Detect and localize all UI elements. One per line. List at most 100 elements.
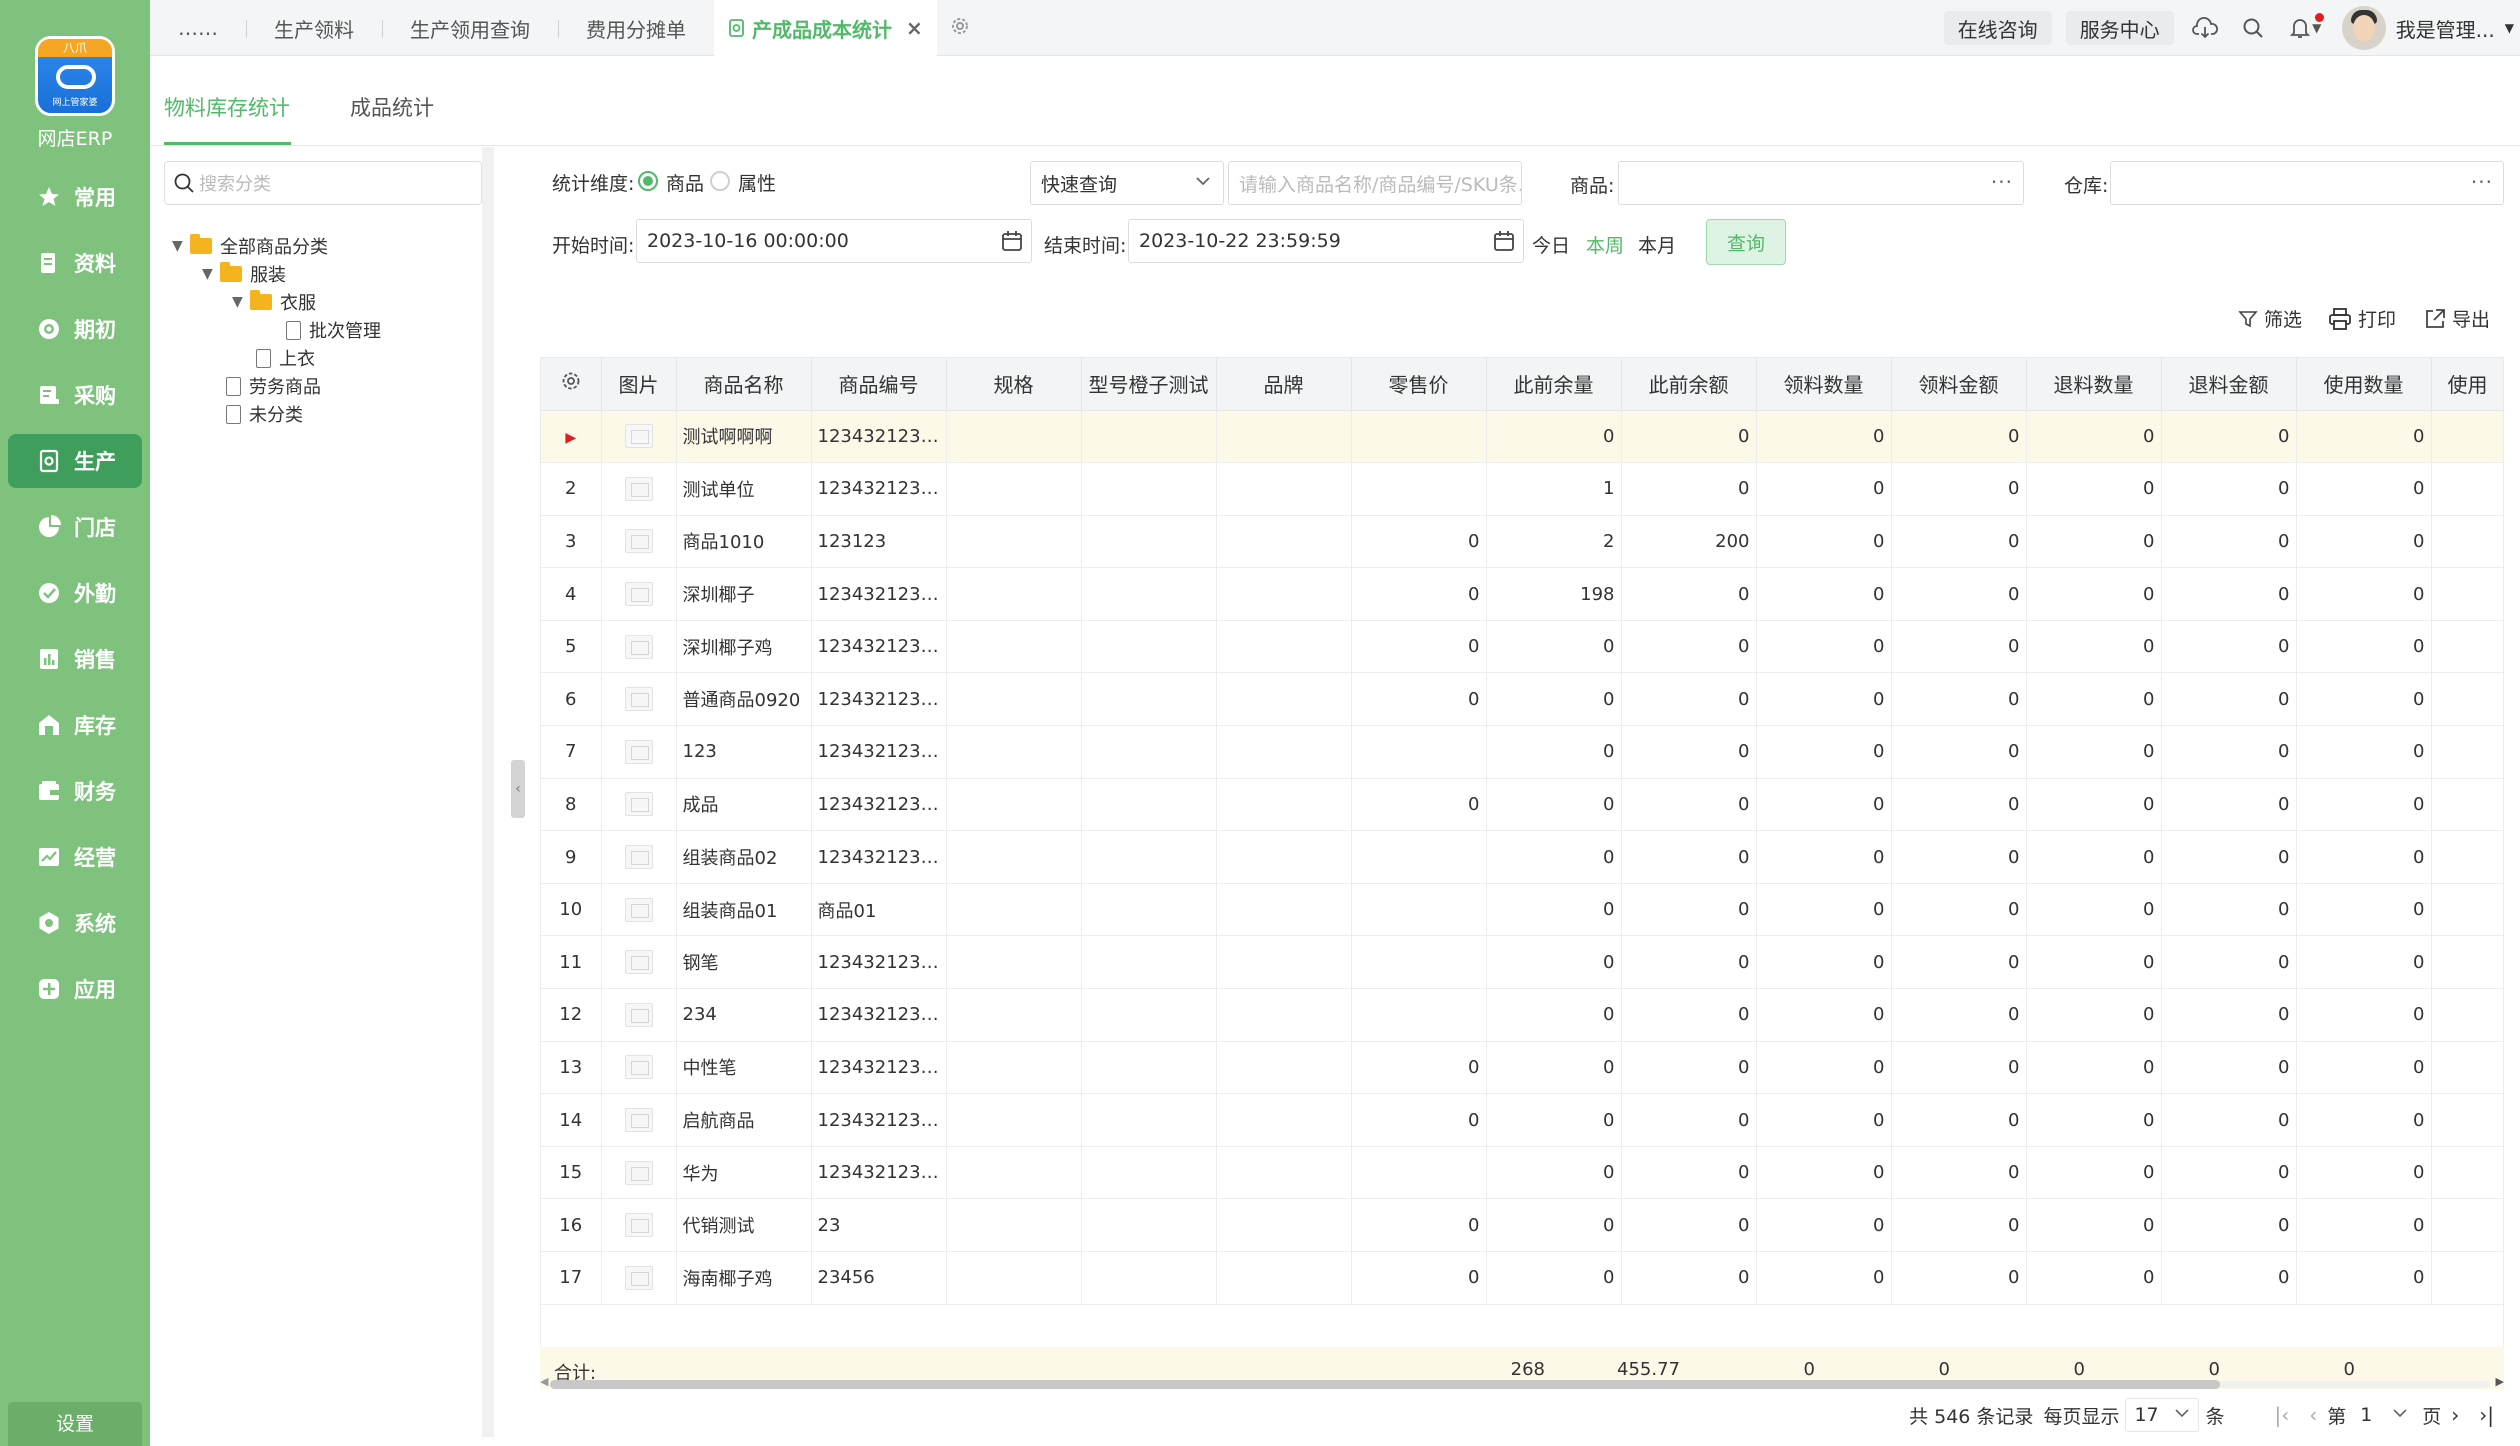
table-row[interactable]: 8 成品 1234321231... 0 0 0 0 0 0 0 0 <box>541 778 2503 832</box>
avatar[interactable] <box>2341 6 2386 50</box>
more-icon[interactable]: ··· <box>2471 170 2493 194</box>
sidebar-item-3[interactable]: 采购 <box>8 368 142 422</box>
tree-scrollbar[interactable] <box>482 147 494 1437</box>
prev-page-icon[interactable]: ‹ <box>2309 1403 2317 1427</box>
subtab-finished-stats[interactable]: 成品统计 <box>350 92 434 122</box>
table-row[interactable]: 9 组装商品02 1234321231... 0 0 0 0 0 0 0 <box>541 830 2503 884</box>
tree-node-batch[interactable]: 批次管理 <box>286 317 381 343</box>
calendar-icon[interactable] <box>1493 230 1515 257</box>
sidebar-item-0[interactable]: 常用 <box>8 170 142 224</box>
tree-node-clothes[interactable]: ▼ 衣服 <box>232 289 316 315</box>
table-row[interactable]: 6 普通商品0920 1234321231... 0 0 0 0 0 0 0 0 <box>541 672 2503 727</box>
cell-image[interactable] <box>601 935 677 990</box>
cell-image[interactable] <box>601 672 677 727</box>
tab-production-picking[interactable]: 生产领料 <box>246 0 382 56</box>
cloud-download-icon[interactable] <box>2188 11 2222 45</box>
cell-image[interactable] <box>601 1041 677 1095</box>
export-button[interactable]: 导出 <box>2424 305 2490 332</box>
cell-image[interactable] <box>601 462 677 516</box>
more-icon[interactable]: ··· <box>1991 170 2013 194</box>
first-page-icon[interactable]: |‹ <box>2274 1403 2289 1427</box>
sidebar-item-10[interactable]: 经营 <box>8 830 142 884</box>
col-header-spec[interactable]: 规格 <box>946 358 1082 411</box>
table-row[interactable]: 3 商品1010 123123 0 2 200 0 0 0 0 0 <box>541 515 2503 569</box>
col-header-pick-amount[interactable]: 领料金额 <box>1891 358 2027 411</box>
print-button[interactable]: 打印 <box>2328 305 2396 332</box>
scroll-left-icon[interactable]: ◀ <box>540 1375 548 1388</box>
sidebar-item-9[interactable]: 财务 <box>8 764 142 818</box>
caret-down-icon[interactable]: ▼ <box>172 238 190 254</box>
app-logo[interactable]: 八爪 网上管家婆 <box>35 36 115 116</box>
col-header-return-qty[interactable]: 退料数量 <box>2026 358 2162 411</box>
col-header-return-amount[interactable]: 退料金额 <box>2161 358 2297 411</box>
search-icon[interactable] <box>2236 11 2270 45</box>
this-month-link[interactable]: 本月 <box>1638 231 1676 258</box>
col-header-brand[interactable]: 品牌 <box>1216 358 1352 411</box>
filter-button[interactable]: 筛选 <box>2238 305 2302 332</box>
category-search-input[interactable]: 搜索分类 <box>164 161 482 205</box>
last-page-icon[interactable]: ›| <box>2479 1403 2494 1427</box>
quick-search-input[interactable]: 请输入商品名称/商品编号/SKU条... <box>1228 161 1522 205</box>
cell-image[interactable] <box>601 725 677 779</box>
cell-image[interactable] <box>601 515 677 569</box>
sidebar-item-7[interactable]: 销售 <box>8 632 142 686</box>
col-header-code[interactable]: 商品编号 <box>811 358 947 411</box>
cell-image[interactable] <box>601 883 677 937</box>
warehouse-input[interactable]: ··· <box>2110 161 2504 205</box>
bell-icon[interactable]: ▼ <box>2284 11 2328 45</box>
cell-image[interactable] <box>601 620 677 674</box>
sidebar-item-1[interactable]: 资料 <box>8 236 142 290</box>
online-consult-button[interactable]: 在线咨询 <box>1943 11 2052 45</box>
sidebar-item-2[interactable]: 期初 <box>8 302 142 356</box>
table-row[interactable]: 5 深圳椰子鸡 1234321231... 0 0 0 0 0 0 0 0 <box>541 620 2503 674</box>
cell-image[interactable] <box>601 1146 677 1200</box>
start-time-input[interactable]: 2023-10-16 00:00:00 <box>636 219 1032 263</box>
col-header-prev-qty[interactable]: 此前余量 <box>1486 358 1622 411</box>
caret-down-icon[interactable]: ▼ <box>202 266 220 282</box>
today-link[interactable]: 今日 <box>1532 231 1570 258</box>
caret-down-icon[interactable]: ▼ <box>232 294 250 310</box>
tab-production-query[interactable]: 生产领用查询 <box>382 0 558 56</box>
user-name[interactable]: 我是管理... <box>2396 14 2495 43</box>
table-row[interactable]: 13 中性笔 1234321231... 0 0 0 0 0 0 0 0 <box>541 1041 2503 1095</box>
end-time-input[interactable]: 2023-10-22 23:59:59 <box>1128 219 1524 263</box>
page-select[interactable]: 1 <box>2352 1398 2416 1432</box>
next-page-icon[interactable]: › <box>2451 1403 2459 1427</box>
quick-query-select[interactable]: 快速查询 <box>1030 161 1224 205</box>
product-input[interactable]: ··· <box>1618 161 2024 205</box>
col-header-use-qty[interactable]: 使用数量 <box>2296 358 2432 411</box>
col-header-name[interactable]: 商品名称 <box>676 358 812 411</box>
table-row[interactable]: 16 代销测试 23 0 0 0 0 0 0 0 0 <box>541 1198 2503 1252</box>
col-header-model[interactable]: 型号橙子测试 <box>1081 358 1217 411</box>
cell-image[interactable] <box>601 1251 677 1305</box>
scroll-right-icon[interactable]: ▶ <box>2496 1375 2504 1388</box>
subtab-material-stock[interactable]: 物料库存统计 <box>164 92 290 122</box>
tab-overflow[interactable]: …… <box>150 0 246 56</box>
col-header-prev-amount[interactable]: 此前余额 <box>1621 358 1757 411</box>
close-icon[interactable]: × <box>906 16 923 40</box>
tree-node-clothing[interactable]: ▼ 服装 <box>202 261 286 287</box>
column-settings[interactable] <box>541 358 602 411</box>
query-button[interactable]: 查询 <box>1706 219 1786 265</box>
sidebar-item-12[interactable]: 应用 <box>8 962 142 1016</box>
sidebar-item-4[interactable]: 生产 <box>8 434 142 488</box>
tab-finished-cost-stats[interactable]: 产成品成本统计 × <box>714 0 937 56</box>
col-header-use[interactable]: 使用 <box>2431 358 2503 411</box>
table-row[interactable]: 17 海南椰子鸡 23456 0 0 0 0 0 0 0 0 <box>541 1251 2503 1305</box>
tree-node-uncategorized[interactable]: 未分类 <box>226 401 303 427</box>
table-row[interactable]: 7 123 1234321231... 0 0 0 0 0 0 0 <box>541 725 2503 779</box>
cell-image[interactable] <box>601 1093 677 1147</box>
radio-product[interactable] <box>638 171 658 191</box>
this-week-link[interactable]: 本周 <box>1586 231 1624 258</box>
radio-product-label[interactable]: 商品 <box>666 169 704 196</box>
tree-node-tops[interactable]: 上衣 <box>256 345 315 371</box>
cell-image[interactable] <box>601 567 677 621</box>
sidebar-item-5[interactable]: 门店 <box>8 500 142 554</box>
sidebar-item-11[interactable]: 系统 <box>8 896 142 950</box>
collapse-panel-handle[interactable]: ‹ <box>511 760 525 818</box>
sidebar-item-6[interactable]: 外勤 <box>8 566 142 620</box>
tree-node-service[interactable]: 劳务商品 <box>226 373 321 399</box>
cell-image[interactable] <box>601 778 677 832</box>
cell-image[interactable] <box>601 988 677 1042</box>
cell-image[interactable] <box>601 830 677 884</box>
